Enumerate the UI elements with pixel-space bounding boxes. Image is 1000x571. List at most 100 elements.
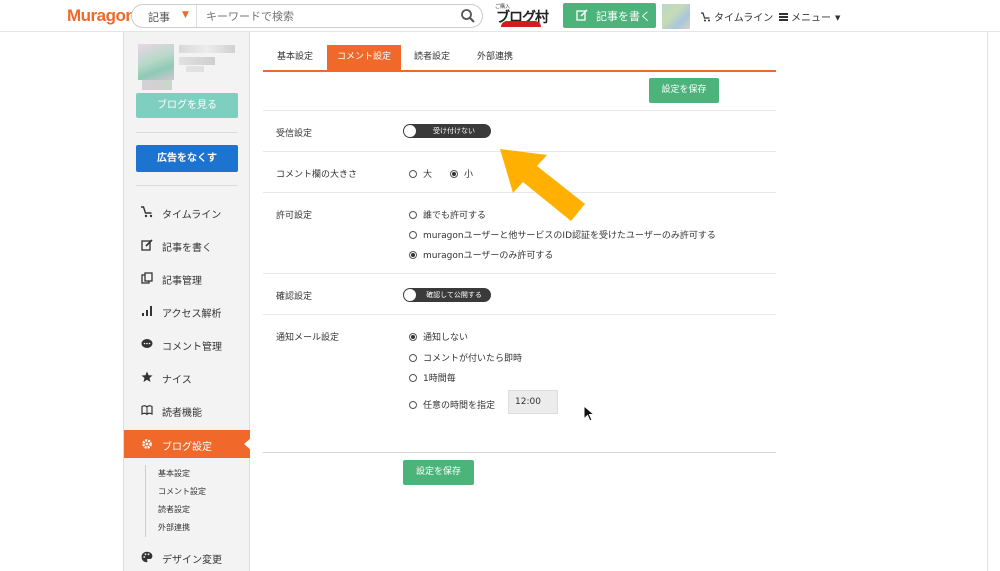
sidebar-item-readers[interactable]: 読者機能 — [124, 396, 250, 424]
save-settings-button[interactable]: 設定を保存 — [649, 78, 719, 103]
save-settings-button-bottom[interactable]: 設定を保存 — [403, 460, 474, 485]
sidebar-item-timeline[interactable]: タイムライン — [124, 198, 250, 226]
tab-reader[interactable]: 読者設定 — [401, 45, 463, 70]
blogmura-arc — [501, 21, 541, 27]
row-divider — [263, 273, 776, 274]
submenu-item-basic[interactable]: 基本設定 — [146, 465, 235, 483]
sidebar-item-comments[interactable]: コメント管理 — [124, 330, 250, 358]
confirm-toggle-text: 確認して公開する — [426, 291, 482, 299]
permission-option-muragon-only[interactable]: muragonユーザーのみ許可する — [409, 248, 553, 261]
sidebar-item-blog-settings[interactable]: ブログ設定 — [124, 430, 251, 458]
tab-basic[interactable]: 基本設定 — [263, 45, 327, 70]
search-category-select[interactable]: 記事 — [148, 9, 170, 25]
radio-circle — [450, 170, 458, 178]
radio-circle — [409, 170, 417, 178]
search-icon[interactable] — [460, 8, 476, 24]
sidebar-item-label: 記事管理 — [162, 276, 202, 287]
settings-submenu: 基本設定 コメント設定 読者設定 外部連携 — [145, 465, 235, 537]
receive-toggle[interactable]: 受け付けない — [403, 124, 491, 138]
radio-label: 大 — [423, 170, 433, 180]
radio-label: コメントが付いたら即時 — [423, 354, 523, 364]
sidebar-item-label: ブログ設定 — [162, 442, 212, 453]
radio-circle — [409, 251, 417, 259]
sidebar-item-nice[interactable]: ナイス — [124, 363, 250, 391]
submenu-item-comment[interactable]: コメント設定 — [146, 483, 235, 501]
sidebar: ブログを見る 広告をなくす タイムライン 記事を書く 記事管理 アクセス解析 コ… — [124, 32, 251, 571]
timeline-link[interactable]: タイムライン — [701, 9, 773, 24]
radio-circle — [409, 401, 417, 409]
toggle-knob — [404, 125, 416, 137]
cart-icon — [701, 12, 710, 22]
cart-icon — [141, 206, 153, 218]
settings-tabs: 基本設定 コメント設定 読者設定 外部連携 — [263, 45, 776, 72]
muragon-logo[interactable]: Muragon — [67, 6, 136, 26]
row-divider — [263, 314, 776, 315]
blogmura-banner[interactable]: ご購入 ブログ村 — [493, 3, 551, 29]
gear-icon — [142, 439, 152, 449]
radio-circle — [409, 354, 417, 362]
mouse-cursor-icon — [583, 405, 595, 422]
search-divider — [196, 5, 197, 27]
submenu-item-reader[interactable]: 読者設定 — [146, 501, 235, 519]
frame-right-border — [987, 32, 988, 571]
radio-label: 小 — [464, 170, 474, 180]
toggle-knob — [404, 289, 416, 301]
permission-label: 許可設定 — [276, 211, 313, 221]
menu-dropdown[interactable]: メニュー ▼ — [779, 9, 840, 24]
radio-label: 誰でも許可する — [423, 211, 487, 221]
copy-icon — [141, 272, 153, 284]
write-article-label: 記事を書く — [596, 10, 651, 23]
write-article-button[interactable]: 記事を書く — [563, 3, 656, 28]
sidebar-item-analytics[interactable]: アクセス解析 — [124, 297, 250, 325]
annotation-arrow-icon — [500, 149, 585, 221]
size-option-large[interactable]: 大 — [409, 167, 432, 180]
receive-toggle-text: 受け付けない — [433, 127, 475, 135]
radio-label: 通知しない — [423, 333, 469, 343]
caret-down-icon[interactable]: ▼ — [182, 10, 189, 20]
search-input[interactable] — [198, 6, 454, 26]
sidebar-divider — [136, 132, 238, 133]
notify-option-none[interactable]: 通知しない — [409, 330, 468, 343]
row-divider — [263, 110, 776, 111]
search-bar: 記事 ▼ — [131, 4, 483, 28]
sidebar-item-write[interactable]: 記事を書く — [124, 231, 250, 259]
submenu-item-external[interactable]: 外部連携 — [146, 519, 235, 537]
tab-external[interactable]: 外部連携 — [463, 45, 527, 70]
caret-down-icon: ▼ — [835, 14, 841, 22]
notify-option-custom-time[interactable]: 任意の時間を指定 — [409, 398, 495, 411]
user-avatar[interactable] — [662, 4, 690, 29]
radio-label: 任意の時間を指定 — [423, 401, 496, 411]
palette-icon — [141, 551, 153, 563]
edit-icon — [576, 9, 588, 21]
book-icon — [141, 405, 153, 416]
sidebar-item-articles[interactable]: 記事管理 — [124, 264, 250, 292]
confirm-toggle[interactable]: 確認して公開する — [403, 288, 491, 302]
sidebar-item-label: 記事を書く — [162, 243, 212, 254]
blog-name-blurred — [186, 66, 204, 72]
size-option-small[interactable]: 小 — [450, 167, 473, 180]
notify-option-immediate[interactable]: コメントが付いたら即時 — [409, 351, 522, 364]
menu-label: メニュー — [791, 13, 831, 24]
permission-option-anyone[interactable]: 誰でも許可する — [409, 208, 486, 221]
star-icon — [141, 371, 153, 382]
permission-option-id-auth[interactable]: muragonユーザーと他サービスのID認証を受けたユーザーのみ許可する — [409, 228, 716, 241]
tab-comment-settings[interactable]: コメント設定 — [327, 45, 401, 70]
sidebar-item-label: コメント管理 — [162, 342, 222, 353]
comment-icon — [141, 339, 153, 348]
hamburger-icon — [779, 13, 788, 21]
sidebar-item-label: アクセス解析 — [162, 309, 222, 320]
blog-avatar[interactable] — [138, 44, 174, 80]
view-blog-button[interactable]: ブログを見る — [136, 93, 238, 118]
bar-chart-icon — [142, 306, 152, 316]
notify-time-input[interactable]: 12:00 — [508, 390, 558, 414]
remove-ads-button[interactable]: 広告をなくす — [136, 145, 238, 172]
confirm-setting-label: 確認設定 — [276, 292, 313, 302]
blog-name-blurred — [179, 45, 235, 53]
notify-option-hourly[interactable]: 1時間毎 — [409, 371, 456, 384]
sidebar-item-label: デザイン変更 — [162, 555, 222, 566]
sidebar-item-design[interactable]: デザイン変更 — [124, 543, 250, 571]
radio-label: muragonユーザーと他サービスのID認証を受けたユーザーのみ許可する — [423, 231, 716, 241]
radio-circle — [409, 211, 417, 219]
radio-circle — [409, 231, 417, 239]
radio-label: muragonユーザーのみ許可する — [423, 251, 554, 261]
